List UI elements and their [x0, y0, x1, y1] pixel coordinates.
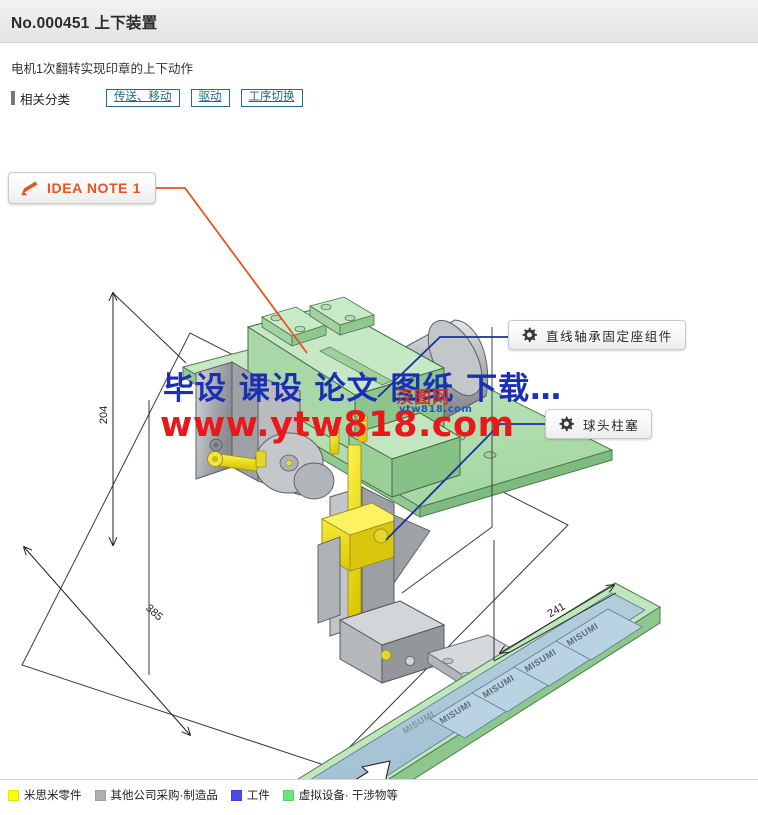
callout-ball-plunger[interactable]: 球头柱塞: [545, 409, 653, 439]
conveyor-belt: MISUMI MISUMI MISUMI MISUMI MISUMI: [295, 582, 661, 780]
page-title-number: No.000451: [11, 15, 90, 32]
legend-item-workpiece: 工件: [230, 787, 270, 803]
legend-swatch-yellow: [8, 789, 19, 801]
legend-item-virtual-equipment: 虚拟设备· 干涉物等: [282, 787, 398, 803]
legend-label-workpiece: 工件: [246, 790, 270, 802]
legend-label-other-company: 其他公司采购·制造品: [110, 790, 218, 802]
gear-icon: [521, 327, 537, 343]
tag-process-switch[interactable]: 工序切换: [240, 89, 303, 107]
legend-label-misumi-parts: 米思米零件: [24, 790, 82, 802]
tag-transport[interactable]: 传送、移动: [106, 89, 180, 107]
callout-idea-note[interactable]: IDEA NOTE 1: [8, 172, 156, 204]
category-label: 相关分类: [20, 92, 71, 107]
legend-item-misumi-parts: 米思米零件: [8, 787, 82, 803]
tag-drive[interactable]: 驱动: [190, 89, 230, 107]
callout-idea-note-label: IDEA NOTE 1: [47, 180, 141, 196]
dimension-204: 204: [98, 293, 187, 675]
dimension-value-204: 204: [98, 406, 110, 424]
page-title: No.000451 上下装置: [11, 11, 157, 33]
page-subtitle: 电机1次翻转实现印章的上下动作: [11, 62, 193, 76]
page-title-text: 上下装置: [94, 15, 158, 32]
legend-swatch-green: [282, 789, 294, 801]
dimension-385: 385: [24, 547, 190, 735]
page-root: No.000451 上下装置 电机1次翻转实现印章的上下动作 相关分类 传送、移动…: [0, 0, 758, 815]
callout-linear-bearing-holder[interactable]: 直线轴承固定座组件: [508, 320, 686, 350]
callout-linear-bearing-holder-label: 直线轴承固定座组件: [546, 329, 673, 344]
dimension-value-385: 385: [143, 602, 165, 623]
callout-ball-plunger-label: 球头柱塞: [583, 418, 640, 433]
category-accent-bar: [11, 91, 15, 105]
gear-icon: [558, 416, 574, 432]
pencil-icon: [19, 180, 39, 197]
legend-label-virtual-equipment: 虚拟设备· 干涉物等: [298, 790, 398, 802]
category-row: 相关分类 传送、移动 驱动 工序切换: [11, 88, 314, 108]
legend-swatch-blue: [230, 789, 242, 801]
technical-drawing: MISUMI MISUMI MISUMI MISUMI MISUMI 204 3…: [0, 115, 758, 780]
legend: 米思米零件 其他公司采购·制造品 工件 虚拟设备· 干涉物等: [8, 787, 411, 803]
legend-divider: [0, 779, 758, 780]
header-bar: No.000451 上下装置: [0, 0, 758, 43]
legend-swatch-gray: [94, 789, 106, 801]
legend-item-other-company: 其他公司采购·制造品: [94, 787, 218, 803]
